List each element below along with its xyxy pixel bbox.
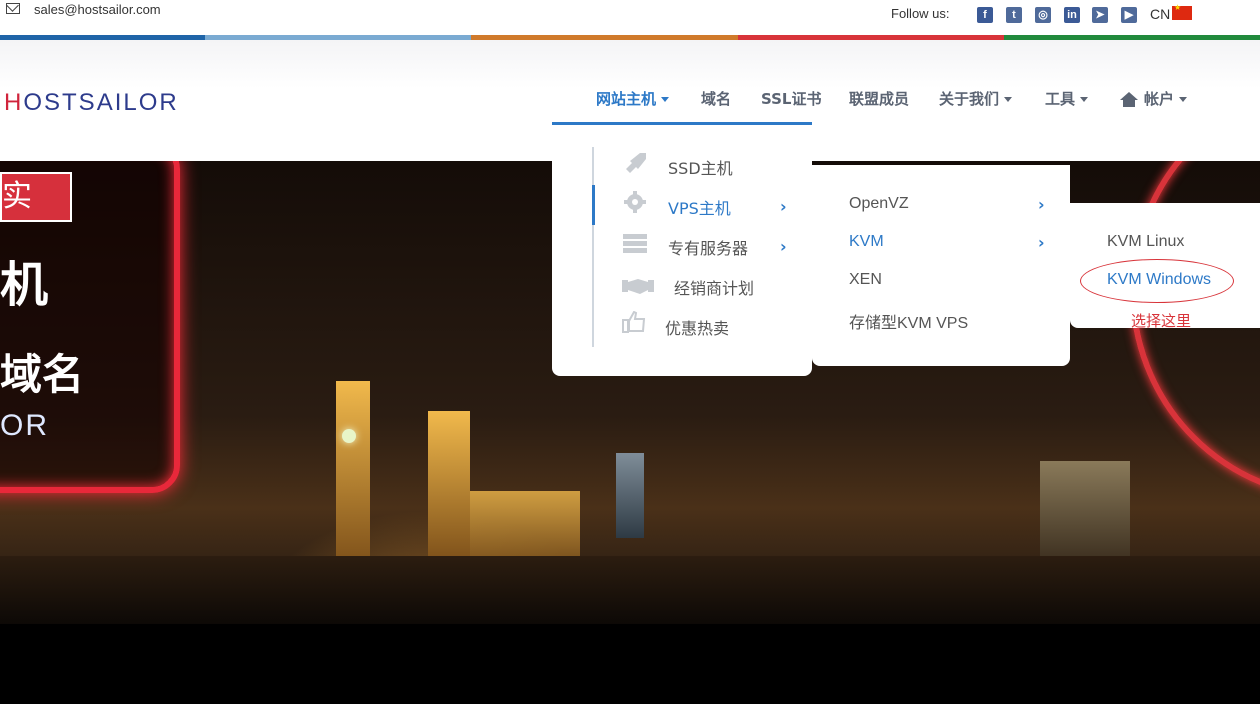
menu-item-reseller[interactable]: 经销商计划	[674, 275, 754, 299]
twitter-icon[interactable]: t	[1006, 7, 1022, 23]
nav-ssl[interactable]: SSL证书	[761, 88, 822, 109]
office-tower-image	[616, 453, 644, 538]
chevron-right-icon: ›	[780, 237, 787, 256]
linkedin-icon[interactable]: in	[1064, 7, 1080, 23]
rocket-icon	[626, 153, 646, 173]
nav-about[interactable]: 关于我们	[939, 88, 1013, 109]
gear-icon	[624, 191, 646, 213]
nav-tools[interactable]: 工具	[1045, 88, 1089, 109]
nav-affiliate-label: 联盟成员	[849, 90, 910, 108]
instagram-icon[interactable]: ◎	[1035, 7, 1051, 23]
caret-down-icon	[1179, 97, 1188, 102]
hosting-dropdown: SSD主机 VPS主机 › 专有服务器 › 经销商计划 优惠热卖	[552, 122, 812, 376]
sign-small-text: OR	[0, 409, 49, 442]
nav-hosting[interactable]: 网站主机	[596, 88, 670, 109]
annotation-text: 选择这里	[1131, 312, 1192, 330]
page-bottom	[0, 624, 1260, 704]
nav-hosting-label: 网站主机	[596, 90, 657, 108]
vps-submenu: OpenVZ › KVM › XEN 存储型KVM VPS	[812, 165, 1070, 366]
nav-about-label: 关于我们	[939, 90, 1000, 108]
submenu-item-openvz[interactable]: OpenVZ	[849, 195, 909, 213]
home-icon	[1120, 92, 1138, 107]
menu-item-dedicated[interactable]: 专有服务器	[668, 235, 748, 259]
hostsailor-logo[interactable]: HOSTSAILOR	[4, 89, 179, 117]
mail-icon	[6, 3, 20, 14]
building-image	[1040, 461, 1130, 561]
caret-down-icon	[661, 97, 670, 102]
email-link[interactable]: sales@hostsailor.com	[34, 2, 161, 17]
menu-item-vps[interactable]: VPS主机	[668, 195, 731, 219]
chevron-right-icon: ›	[1038, 233, 1045, 252]
nav-account-label: 帐户	[1144, 90, 1175, 108]
nav-ssl-label: SSL证书	[761, 90, 822, 108]
victoria-tower-image	[428, 411, 470, 566]
submenu-item-kvm-linux[interactable]: KVM Linux	[1107, 233, 1184, 251]
chevron-right-icon: ›	[780, 197, 787, 216]
big-ben-image	[336, 381, 370, 571]
server-icon	[623, 234, 647, 253]
nav-tools-label: 工具	[1045, 90, 1076, 108]
caret-down-icon	[1004, 97, 1013, 102]
logo-letter-h: H	[4, 89, 24, 116]
nav-account[interactable]: 帐户	[1120, 88, 1188, 109]
telegram-icon[interactable]: ➤	[1092, 7, 1108, 23]
menu-active-indicator	[592, 185, 595, 225]
handshake-icon	[622, 279, 654, 294]
chevron-right-icon: ›	[1038, 195, 1045, 214]
top-bar: sales@hostsailor.com Follow us: f t ◎ in…	[0, 0, 1260, 35]
facebook-icon[interactable]: f	[977, 7, 993, 23]
submenu-item-storage-kvm[interactable]: 存储型KVM VPS	[849, 309, 968, 333]
thumbs-up-icon	[622, 311, 646, 333]
menu-item-deals[interactable]: 优惠热卖	[665, 315, 729, 339]
youtube-icon[interactable]: ▶	[1121, 7, 1137, 23]
follow-label: Follow us:	[891, 6, 950, 21]
caret-down-icon	[1080, 97, 1089, 102]
menu-divider-line	[592, 147, 594, 347]
nav-domain[interactable]: 域名	[701, 88, 731, 109]
menu-item-ssd[interactable]: SSD主机	[668, 155, 733, 179]
sign-tag: 实	[0, 172, 72, 222]
submenu-item-xen[interactable]: XEN	[849, 271, 882, 289]
logo-text: OSTSAILOR	[23, 89, 179, 116]
annotation-circle	[1080, 259, 1234, 303]
sign-big-text: 机	[0, 257, 49, 313]
clock-face-image	[342, 429, 356, 443]
river-image	[0, 556, 1260, 624]
language-selector[interactable]: CN	[1150, 6, 1170, 22]
nav-affiliate[interactable]: 联盟成员	[849, 88, 909, 109]
nav-domain-label: 域名	[701, 90, 732, 108]
submenu-item-kvm[interactable]: KVM	[849, 233, 884, 251]
sign-mid-text: 域名	[0, 350, 85, 399]
china-flag-icon[interactable]	[1172, 3, 1192, 20]
